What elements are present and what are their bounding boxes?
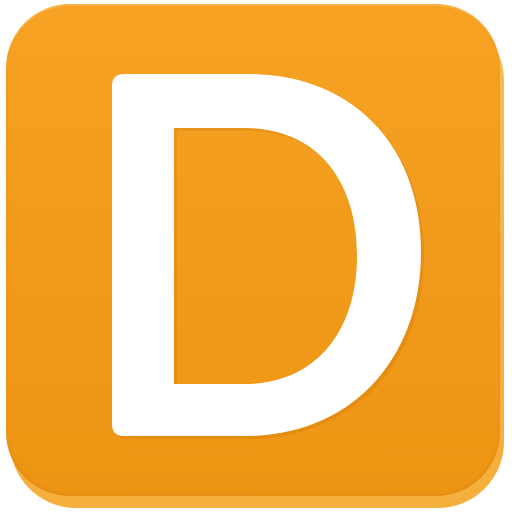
letter-d-icon: D [112, 74, 424, 439]
app-icon: D [0, 0, 512, 512]
